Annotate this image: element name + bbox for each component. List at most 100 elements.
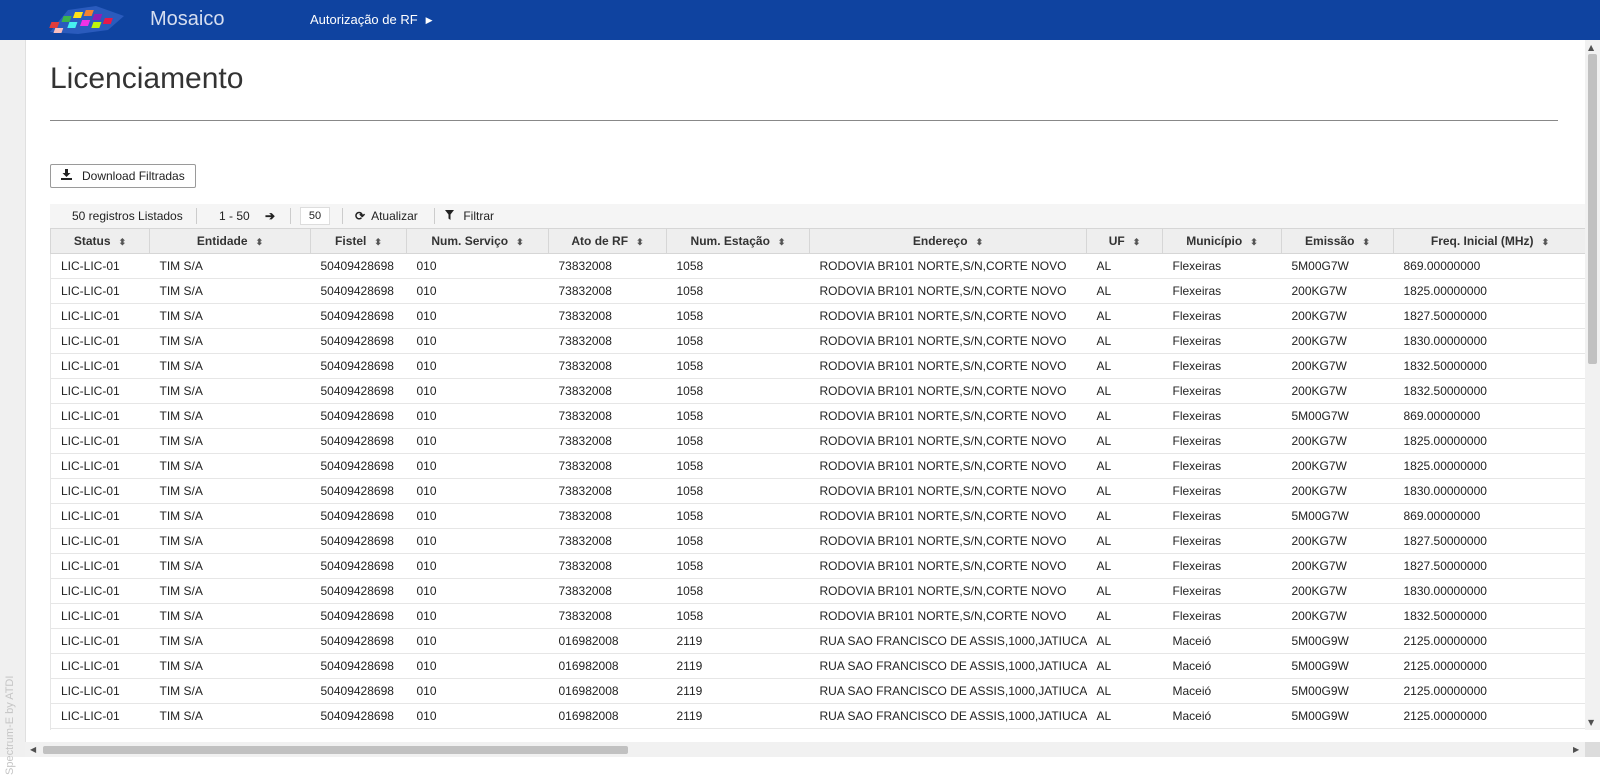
column-header-label: Ato de RF xyxy=(571,234,629,248)
table-cell: 869.00000000 xyxy=(1393,403,1586,429)
vendor-label: Spectrum-E by ATDI xyxy=(4,675,16,775)
table-cell: 016982008 xyxy=(548,703,667,729)
filter-button[interactable]: Filtrar xyxy=(445,209,494,223)
caret-right-icon: ▶ xyxy=(425,15,433,25)
sort-icon[interactable]: ⬍ xyxy=(119,237,127,247)
table-cell: 016982008 xyxy=(548,728,667,730)
table-cell: AL xyxy=(1086,353,1163,379)
table-cell: 010 xyxy=(406,628,549,654)
refresh-button[interactable]: ⟳ Atualizar xyxy=(355,209,418,223)
table-cell: LIC-LIC-01 xyxy=(50,728,150,730)
scroll-up-icon[interactable]: ▲ xyxy=(1588,43,1594,52)
page-size-input[interactable]: 50 xyxy=(300,207,330,225)
table-row[interactable]: LIC-LIC-01TIM S/A50409428698010016982008… xyxy=(50,628,1586,654)
table-cell: 200KG7W xyxy=(1281,278,1394,304)
table-toolbar: 50 registros Listados 1 - 50 ➔ 50 ⟳ Atual… xyxy=(50,204,1586,228)
table-cell: 2119 xyxy=(666,628,810,654)
table-cell: Flexeiras xyxy=(1162,528,1282,554)
table-row[interactable]: LIC-LIC-01 TIM S/A 50409428698 010 73832008 1… xyxy=(50,353,1586,379)
scroll-right-icon[interactable]: ▶ xyxy=(1573,745,1579,754)
table-cell: 200KG7W xyxy=(1281,553,1394,579)
table-cell: 010 xyxy=(406,553,549,579)
table-cell: TIM S/A xyxy=(149,553,311,579)
table-row[interactable]: LIC-LIC-01 TIM S/A 50409428698 010 73832008 1… xyxy=(50,503,1586,529)
table-cell: 1058 xyxy=(666,353,810,379)
mosaico-logo[interactable] xyxy=(48,4,128,36)
column-header-label: Município xyxy=(1186,234,1243,248)
table-row[interactable]: LIC-LIC-01 TIM S/A 50409428698 010 73832008 1… xyxy=(50,278,1586,304)
table-row[interactable]: LIC-LIC-01TIM S/A50409428698010016982008… xyxy=(50,678,1586,704)
table-cell: 50409428698 xyxy=(310,603,407,629)
table-row[interactable]: LIC-LIC-01 TIM S/A 50409428698 010 73832008 1… xyxy=(50,578,1586,604)
scroll-down-icon[interactable]: ▼ xyxy=(1588,718,1594,727)
table-row[interactable]: LIC-LIC-01 TIM S/A 50409428698 010 73832008 1… xyxy=(50,378,1586,404)
table-cell: 1827.50000000 xyxy=(1393,553,1586,579)
download-filtered-button[interactable]: Download Filtradas xyxy=(50,164,196,188)
table-cell: LIC-LIC-01 xyxy=(50,503,150,529)
column-header[interactable]: Endereço ⬍ xyxy=(809,228,1087,254)
sort-icon[interactable]: ⬍ xyxy=(976,237,984,247)
column-header[interactable]: Município ⬍ xyxy=(1162,228,1282,254)
column-header[interactable]: Ato de RF ⬍ xyxy=(548,228,667,254)
sort-icon[interactable]: ⬍ xyxy=(516,237,524,247)
column-header-label: Num. Serviço xyxy=(431,234,509,248)
next-page-arrow-icon[interactable]: ➔ xyxy=(265,209,275,223)
header-row: Status ⬍ Entidade ⬍ Fistel ⬍ Num. Serviço ⬍ Ato … xyxy=(50,228,1586,254)
table-cell: TIM S/A xyxy=(149,528,311,554)
column-header[interactable]: Status ⬍ xyxy=(50,228,150,254)
table-cell: LIC-LIC-01 xyxy=(50,578,150,604)
table-cell: 50409428698 xyxy=(310,253,407,279)
sort-icon[interactable]: ⬍ xyxy=(374,237,382,247)
table-row[interactable]: LIC-LIC-01 TIM S/A 50409428698 010 73832008 1… xyxy=(50,428,1586,454)
table-row[interactable]: LIC-LIC-01TIM S/A50409428698010016982008… xyxy=(50,703,1586,729)
table-row[interactable]: LIC-LIC-01 TIM S/A 50409428698 010 73832008 1… xyxy=(50,328,1586,354)
sort-icon[interactable]: ⬍ xyxy=(1362,237,1370,247)
vertical-scrollbar[interactable]: ▲ ▼ xyxy=(1585,40,1600,730)
column-header[interactable]: Fistel ⬍ xyxy=(310,228,407,254)
table-row[interactable]: LIC-LIC-01 TIM S/A 50409428698 010 73832008 1… xyxy=(50,403,1586,429)
table-cell: 010 xyxy=(406,653,549,679)
sort-icon[interactable]: ⬍ xyxy=(778,237,786,247)
table-row[interactable]: LIC-LIC-01 TIM S/A 50409428698 010 73832008 1… xyxy=(50,478,1586,504)
app-title[interactable]: Mosaico xyxy=(150,8,224,31)
table-row[interactable]: LIC-LIC-01TIM S/A50409428698010016982008… xyxy=(50,728,1586,730)
table-cell: 1825.00000000 xyxy=(1393,278,1586,304)
table-row[interactable]: LIC-LIC-01 TIM S/A 50409428698 010 73832008 1… xyxy=(50,528,1586,554)
table-cell: 1058 xyxy=(666,453,810,479)
table-cell: AL xyxy=(1086,703,1163,729)
column-header[interactable]: Emissão ⬍ xyxy=(1281,228,1394,254)
horizontal-scroll-thumb[interactable] xyxy=(43,746,628,754)
table-row[interactable]: LIC-LIC-01 TIM S/A 50409428698 010 73832008 1… xyxy=(50,303,1586,329)
table-cell: 010 xyxy=(406,528,549,554)
column-header[interactable]: Freq. Inicial (MHz) ⬍ xyxy=(1393,228,1586,254)
table-cell: 010 xyxy=(406,428,549,454)
scroll-left-icon[interactable]: ◀ xyxy=(30,745,36,754)
sort-icon[interactable]: ⬍ xyxy=(1133,237,1141,247)
table-cell: RODOVIA BR101 NORTE,S/N,CORTE NOVO xyxy=(809,528,1087,554)
nav-menu-autorizacao-rf[interactable]: Autorização de RF ▶ xyxy=(310,12,433,27)
table-row[interactable]: LIC-LIC-01 TIM S/A 50409428698 010 73832008 1… xyxy=(50,603,1586,629)
column-header[interactable]: Entidade ⬍ xyxy=(149,228,311,254)
sort-icon[interactable]: ⬍ xyxy=(1250,237,1258,247)
top-navbar: Mosaico Autorização de RF ▶ xyxy=(0,0,1600,40)
table-row[interactable]: LIC-LIC-01 TIM S/A 50409428698 010 73832008 1… xyxy=(50,453,1586,479)
table-cell: RODOVIA BR101 NORTE,S/N,CORTE NOVO xyxy=(809,428,1087,454)
horizontal-scrollbar[interactable]: ◀ ▶ xyxy=(25,742,1585,757)
table-cell: RUA SAO FRANCISCO DE ASSIS,1000,JATIUCA xyxy=(809,728,1087,730)
toolbar-divider xyxy=(290,208,291,224)
vertical-scroll-thumb[interactable] xyxy=(1588,54,1597,364)
column-header[interactable]: UF ⬍ xyxy=(1086,228,1163,254)
sort-icon[interactable]: ⬍ xyxy=(636,237,644,247)
table-cell: TIM S/A xyxy=(149,378,311,404)
sort-icon[interactable]: ⬍ xyxy=(1542,237,1550,247)
table-row[interactable]: LIC-LIC-01 TIM S/A 50409428698 010 73832008 1… xyxy=(50,253,1586,279)
table-row[interactable]: LIC-LIC-01 TIM S/A 50409428698 010 73832008 1… xyxy=(50,553,1586,579)
table-cell: 200KG7W xyxy=(1281,328,1394,354)
table-row[interactable]: LIC-LIC-01TIM S/A50409428698010016982008… xyxy=(50,653,1586,679)
licenses-table-container[interactable]: Status ⬍ Entidade ⬍ Fistel ⬍ Num. Serviço ⬍ Ato … xyxy=(50,228,1586,730)
table-cell: TIM S/A xyxy=(149,678,311,704)
column-header[interactable]: Num. Serviço ⬍ xyxy=(406,228,549,254)
table-cell: 1830.00000000 xyxy=(1393,578,1586,604)
sort-icon[interactable]: ⬍ xyxy=(256,237,264,247)
column-header[interactable]: Num. Estação ⬍ xyxy=(666,228,810,254)
